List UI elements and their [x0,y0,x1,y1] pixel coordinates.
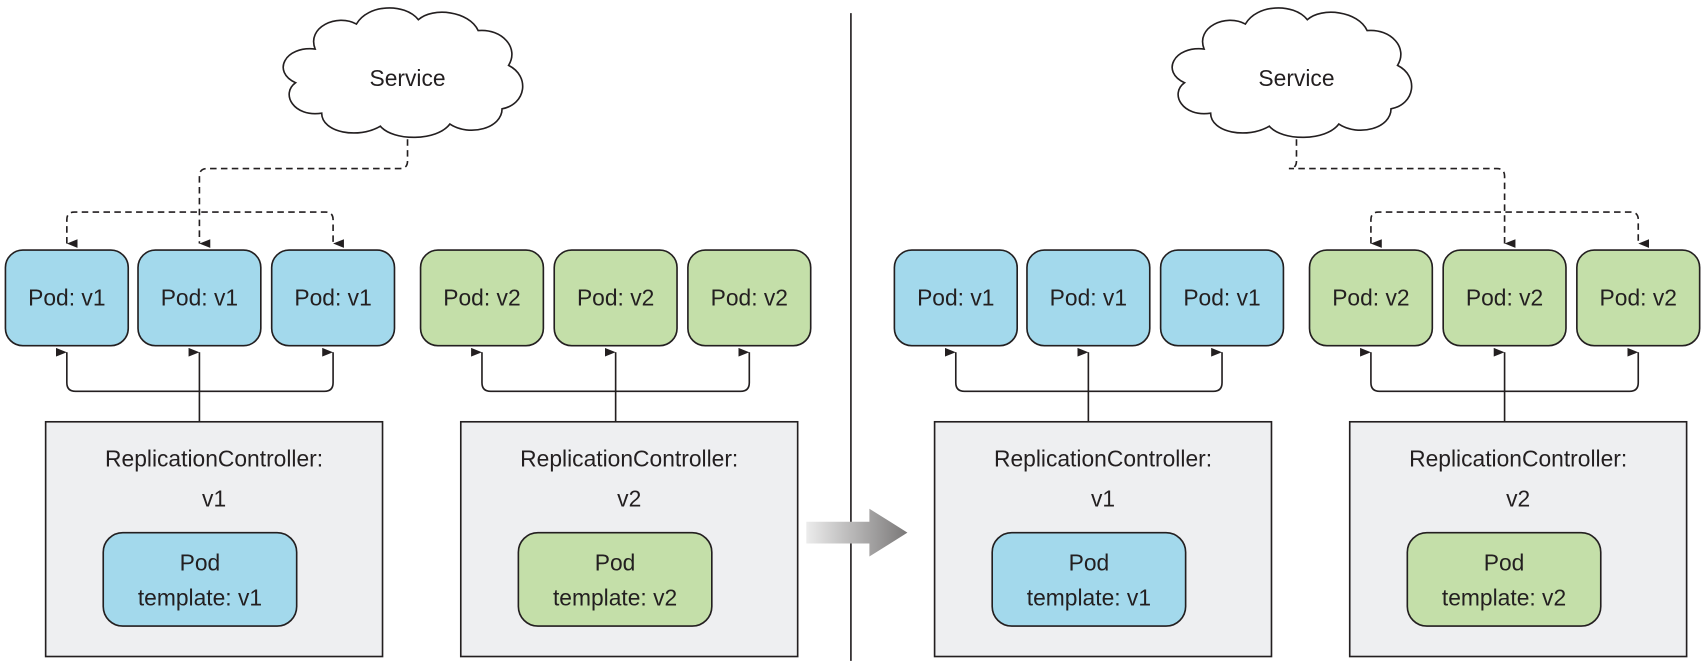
pod-v2: Pod: v2 [1576,249,1701,347]
pod-template-line2: template: v1 [1027,584,1151,610]
replication-controller-v1: ReplicationController: v1 Pod template: v1 [44,420,384,658]
pod-v2: Pod: v2 [1308,249,1434,347]
controller-title: ReplicationController: [1409,445,1627,471]
pod-template-line1: Pod [595,550,636,576]
pod-template-v1: Pod template: v1 [991,531,1187,627]
pod-v1: Pod: v1 [1026,249,1151,347]
panel-2: Service Pod: v1 Pod: v1 Pod: v1 Pod: v2 Pod: … [893,7,1701,658]
replication-controller-v2: ReplicationController: v2 Pod template: v2 [1348,420,1688,658]
pod-template-v2: Pod template: v2 [517,531,713,627]
pod-v1: Pod: v1 [4,249,130,347]
pod-label: Pod: v2 [1466,285,1543,311]
controller-version: v2 [617,486,641,512]
pod-label: Pod: v2 [711,285,788,311]
service-cloud: Service [282,7,524,139]
pod-label: Pod: v1 [1050,285,1127,311]
transition-arrow-icon [806,508,908,557]
pod-label: Pod: v2 [1600,285,1677,311]
pod-label: Pod: v1 [917,285,994,311]
pod-label: Pod: v1 [294,285,371,311]
pod-label: Pod: v1 [1183,285,1260,311]
controller-title: ReplicationController: [520,445,738,471]
pod-v1: Pod: v1 [1159,249,1285,347]
replication-controller-v1: ReplicationController: v1 Pod template: v1 [933,420,1273,658]
pod-v1: Pod: v1 [893,249,1018,347]
service-routing-line [198,139,409,248]
pod-template-v1: Pod template: v1 [102,531,298,627]
pod-v2: Pod: v2 [419,249,545,347]
replication-controller-v2: ReplicationController: v2 Pod template: v2 [459,420,799,658]
controller-version: v1 [1091,486,1115,512]
service-routing-line [66,211,344,248]
panel-1: Service Pod: v1 Pod: v1 Pod: v1 Pod: v2 Pod: … [4,7,812,658]
pod-v2: Pod: v2 [1442,249,1567,347]
pod-template-line1: Pod [180,550,221,576]
controller-version: v2 [1506,486,1530,512]
pod-label: Pod: v1 [28,285,105,311]
pod-template-line2: template: v2 [553,584,677,610]
pod-v2: Pod: v2 [687,249,812,347]
service-routing-line [1288,139,1516,248]
pod-label: Pod: v1 [161,285,238,311]
pod-label: Pod: v2 [577,285,654,311]
pod-template-line1: Pod [1069,550,1110,576]
controller-title: ReplicationController: [994,445,1212,471]
pod-template-v2: Pod template: v2 [1406,531,1602,627]
pod-v1: Pod: v1 [137,249,262,347]
service-cloud: Service [1171,7,1413,139]
pod-v1: Pod: v1 [270,249,396,347]
pod-v2: Pod: v2 [553,249,678,347]
pod-label: Pod: v2 [443,285,520,311]
pod-template-line2: template: v2 [1442,584,1566,610]
pod-template-line1: Pod [1484,550,1525,576]
service-label: Service [1258,65,1334,91]
pod-template-line2: template: v1 [138,584,262,610]
pod-label: Pod: v2 [1332,285,1409,311]
controller-version: v1 [202,486,226,512]
service-label: Service [369,65,445,91]
controller-title: ReplicationController: [105,445,323,471]
rolling-update-diagram: Service Pod: v1 Pod: v1 Pod: v1 Pod: v2 Pod: … [4,7,1701,661]
